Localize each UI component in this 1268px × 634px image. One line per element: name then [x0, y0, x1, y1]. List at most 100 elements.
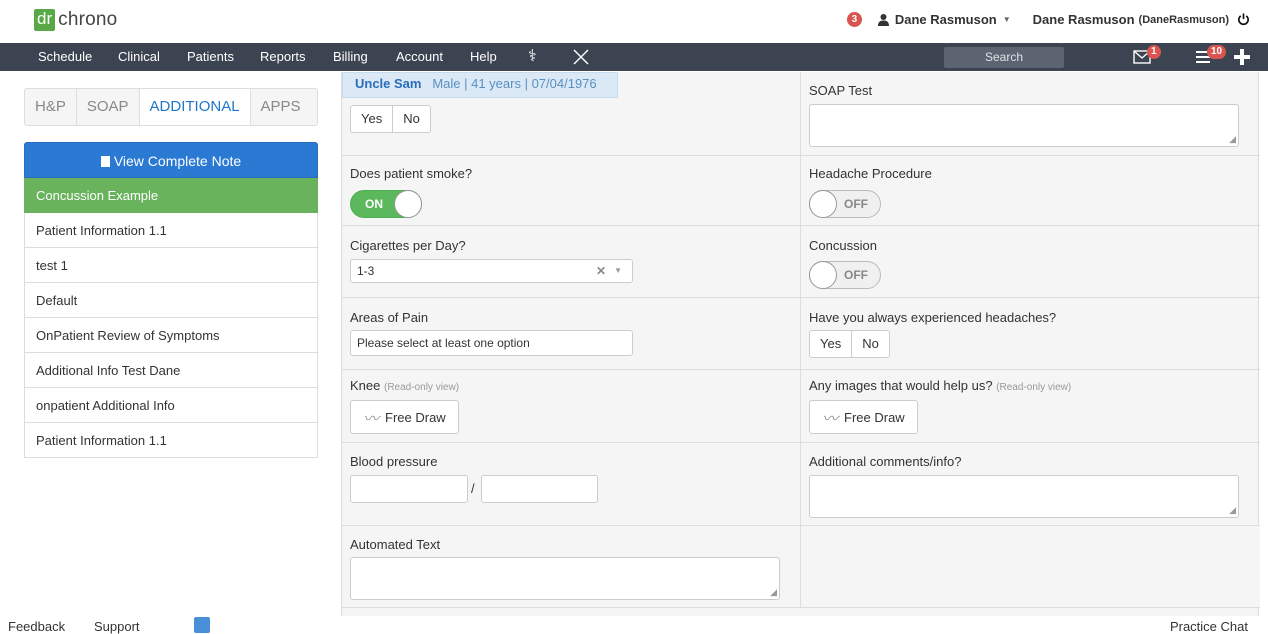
- form-cell-areas-of-pain: Areas of Pain Please select at least one…: [342, 298, 801, 370]
- plus-icon[interactable]: [1234, 49, 1250, 65]
- nav-clinical[interactable]: Clinical: [118, 49, 160, 64]
- patient-banner: Uncle Sam Male | 41 years | 07/04/1976: [342, 72, 618, 98]
- tab-hp[interactable]: H&P: [25, 89, 77, 125]
- form-cell-knee: Knee (Read-only view) 〰 Free Draw: [342, 370, 801, 443]
- cigarettes-value: 1-3: [357, 264, 375, 278]
- user-icon: [877, 13, 889, 26]
- patient-name: Uncle Sam: [355, 76, 422, 91]
- list-item-concussion-example[interactable]: Concussion Example: [24, 178, 318, 213]
- yes-button[interactable]: Yes: [351, 106, 394, 132]
- nav-account[interactable]: Account: [396, 49, 443, 64]
- view-complete-note-button[interactable]: View Complete Note: [24, 142, 318, 178]
- readonly-note: (Read-only view): [996, 382, 1072, 393]
- crossed-swords-icon[interactable]: [572, 48, 590, 66]
- nav-help[interactable]: Help: [470, 49, 497, 64]
- form-cell-cigarettes: Cigarettes per Day? 1-3 ✕ ▼: [342, 226, 801, 298]
- scribble-icon: 〰: [822, 411, 839, 428]
- resize-grip-icon[interactable]: ◢: [1229, 505, 1236, 516]
- free-draw-button[interactable]: 〰 Free Draw: [809, 400, 918, 434]
- concussion-toggle[interactable]: OFF: [809, 261, 881, 289]
- areas-of-pain-label: Areas of Pain: [350, 310, 429, 325]
- toggle-off-label: OFF: [844, 268, 868, 282]
- list-item[interactable]: Patient Information 1.1: [24, 213, 318, 248]
- free-draw-label: Free Draw: [844, 409, 905, 425]
- resize-grip-icon[interactable]: ◢: [1229, 134, 1236, 145]
- automated-text-label: Automated Text: [350, 537, 441, 552]
- list-item[interactable]: Default: [24, 283, 318, 318]
- mail-badge: 1: [1147, 45, 1161, 59]
- areas-of-pain-multiselect[interactable]: Please select at least one option: [350, 330, 633, 356]
- user-name: Dane Rasmuson: [1032, 12, 1135, 27]
- practice-chat-link[interactable]: Practice Chat: [1170, 619, 1248, 634]
- form-cell-empty: [801, 526, 1260, 608]
- soap-test-textarea[interactable]: ◢: [809, 104, 1239, 147]
- free-draw-button[interactable]: 〰 Free Draw: [350, 400, 459, 434]
- feedback-link[interactable]: Feedback: [8, 619, 65, 634]
- toggle-knob: [809, 261, 837, 289]
- clear-icon[interactable]: ✕: [596, 260, 606, 282]
- list-badge: 10: [1207, 45, 1227, 59]
- tab-apps[interactable]: APPS: [251, 89, 311, 125]
- notification-badge[interactable]: 3: [846, 12, 862, 27]
- list-item[interactable]: test 1: [24, 248, 318, 283]
- systolic-input[interactable]: [350, 475, 468, 503]
- toggle-knob: [394, 190, 422, 218]
- caduceus-icon[interactable]: ⚕: [528, 46, 537, 66]
- list-item[interactable]: OnPatient Review of Symptoms: [24, 318, 318, 353]
- tab-soap[interactable]: SOAP: [77, 89, 140, 125]
- form-cell-blood-pressure: Blood pressure /: [342, 443, 801, 526]
- note-tabs: H&P SOAP ADDITIONAL APPS: [24, 88, 318, 126]
- footer: Feedback Support Practice Chat: [0, 616, 1268, 634]
- smoke-toggle[interactable]: ON: [350, 190, 422, 218]
- comments-label: Additional comments/info?: [809, 454, 962, 469]
- form-cell-images: Any images that would help us? (Read-onl…: [801, 370, 1260, 443]
- top-header: dr chrono 3 Dane Rasmuson ▼ Dane Rasmuso…: [0, 0, 1268, 42]
- patient-details: Male | 41 years | 07/04/1976: [432, 76, 597, 91]
- diastolic-input[interactable]: [481, 475, 598, 503]
- list-item[interactable]: Patient Information 1.1: [24, 423, 318, 458]
- nav-schedule[interactable]: Schedule: [38, 49, 92, 64]
- knee-label: Knee: [350, 378, 381, 393]
- edit-icon[interactable]: [194, 617, 210, 633]
- cigarettes-select[interactable]: 1-3 ✕ ▼: [350, 259, 633, 283]
- support-link[interactable]: Support: [94, 619, 140, 634]
- nav-reports[interactable]: Reports: [260, 49, 306, 64]
- logo-chrono: chrono: [58, 9, 118, 30]
- yes-button[interactable]: Yes: [810, 331, 853, 357]
- caret-down-icon[interactable]: ▼: [614, 260, 622, 282]
- list-item[interactable]: onpatient Additional Info: [24, 388, 318, 423]
- no-button[interactable]: No: [393, 106, 430, 132]
- power-icon[interactable]: [1237, 13, 1250, 26]
- yes-no-toggle: Yes No: [809, 330, 890, 358]
- sidebar: H&P SOAP ADDITIONAL APPS View Complete N…: [24, 88, 318, 458]
- cigarettes-label: Cigarettes per Day?: [350, 238, 466, 253]
- list-item[interactable]: Additional Info Test Dane: [24, 353, 318, 388]
- toggle-knob: [809, 190, 837, 218]
- form-cell-smoke: Does patient smoke? ON: [342, 156, 801, 226]
- no-button[interactable]: No: [852, 331, 889, 357]
- user-menu[interactable]: Dane Rasmuson ▼: [877, 12, 1011, 27]
- soap-test-label: SOAP Test: [809, 83, 873, 98]
- form-cell-soap-test: SOAP Test ◢: [801, 72, 1260, 156]
- document-icon: [100, 156, 110, 167]
- automated-text-textarea[interactable]: ◢: [350, 557, 780, 600]
- tab-additional[interactable]: ADDITIONAL: [139, 89, 251, 125]
- toggle-on-label: ON: [365, 197, 383, 211]
- form-cell-concussion: Concussion OFF: [801, 226, 1260, 298]
- search-input[interactable]: Search: [944, 47, 1064, 68]
- resize-grip-icon[interactable]: ◢: [770, 587, 777, 598]
- headache-procedure-toggle[interactable]: OFF: [809, 190, 881, 218]
- logo-dr: dr: [34, 9, 56, 31]
- drchrono-logo[interactable]: dr chrono: [34, 9, 117, 31]
- nav-billing[interactable]: Billing: [333, 49, 368, 64]
- toggle-off-label: OFF: [844, 197, 868, 211]
- user-handle: (DaneRasmuson): [1138, 13, 1229, 26]
- view-note-label: View Complete Note: [113, 153, 242, 169]
- caret-down-icon: ▼: [1002, 15, 1011, 24]
- free-draw-label: Free Draw: [385, 409, 446, 425]
- template-list: Concussion Example Patient Information 1…: [24, 178, 318, 458]
- comments-textarea[interactable]: ◢: [809, 475, 1239, 518]
- blood-pressure-label: Blood pressure: [350, 454, 438, 469]
- nav-patients[interactable]: Patients: [187, 49, 234, 64]
- images-label: Any images that would help us?: [809, 378, 993, 393]
